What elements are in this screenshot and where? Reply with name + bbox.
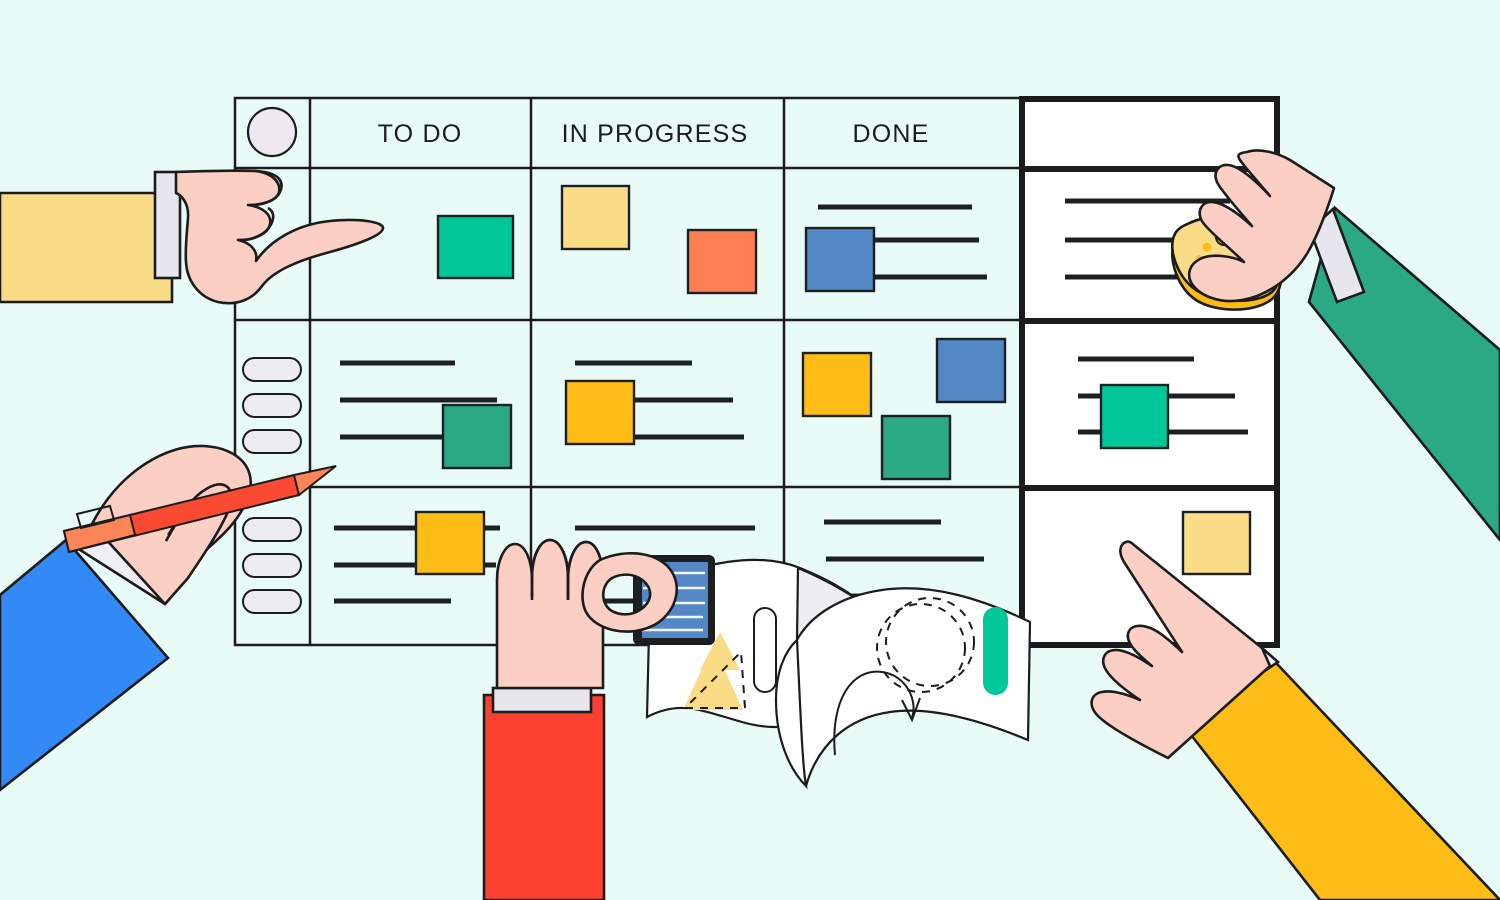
- cuff: [491, 686, 593, 714]
- card-done-amber: [801, 351, 873, 418]
- sidebar-pill: [242, 589, 302, 614]
- sidebar-pill: [242, 357, 302, 382]
- sleeve-red: [482, 693, 606, 900]
- card-inprogress-coral: [686, 228, 758, 295]
- card-highlight-sand: [1181, 510, 1252, 576]
- card-inprogress-sand: [560, 184, 631, 251]
- card-done-blue-2: [935, 337, 1007, 404]
- card-done-blue: [804, 226, 876, 293]
- column-header-in-progress: IN PROGRESS: [562, 120, 749, 148]
- card-todo-teal: [436, 214, 515, 280]
- card-done-green: [880, 414, 952, 481]
- sidebar-pill: [242, 429, 302, 454]
- illustration-canvas: TO DO IN PROGRESS DONE: [0, 0, 1500, 900]
- card-todo-amber-2: [414, 510, 486, 576]
- sidebar-pill: [242, 393, 302, 418]
- card-highlight-teal: [1099, 383, 1170, 450]
- avatar[interactable]: [246, 106, 298, 158]
- sidebar-pill: [242, 517, 302, 542]
- card-todo-green: [441, 403, 513, 470]
- sleeve-yellow: [0, 191, 174, 304]
- teal-pill-sketch: [983, 607, 1008, 695]
- column-header-done: DONE: [852, 120, 929, 148]
- scene-svg: TO DO IN PROGRESS DONE: [0, 0, 1500, 900]
- sidebar-pill: [242, 553, 302, 578]
- card-inprogress-amber: [564, 379, 636, 446]
- column-header-todo: TO DO: [378, 120, 463, 148]
